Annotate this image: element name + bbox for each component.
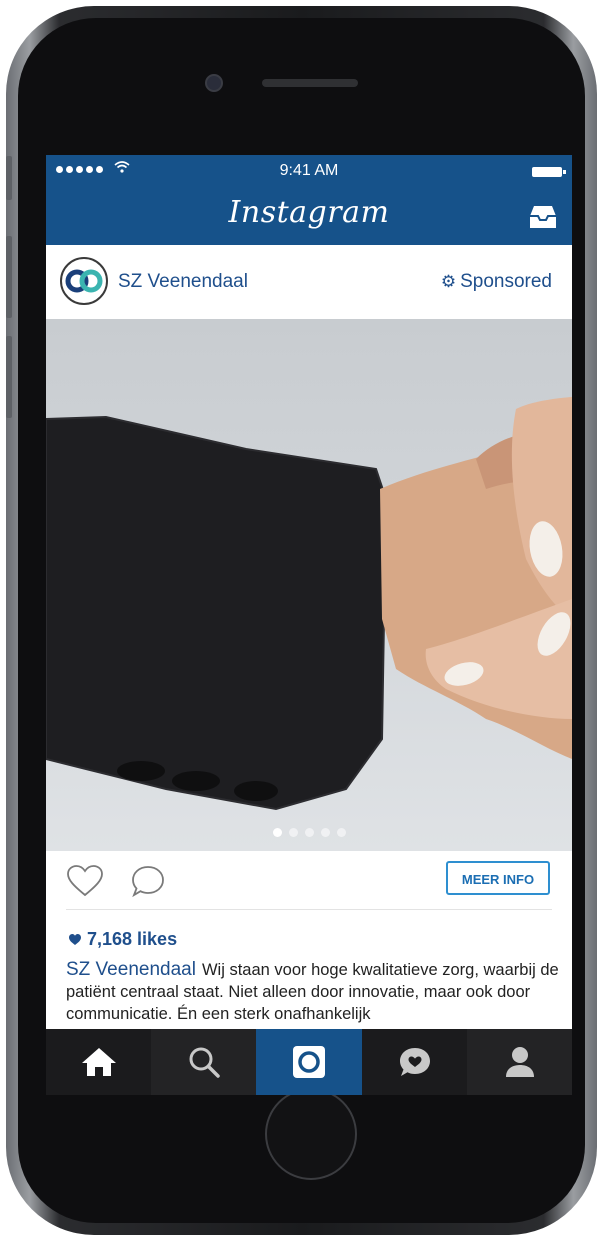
home-button[interactable]	[265, 1088, 357, 1180]
divider	[66, 909, 552, 910]
camera-icon	[293, 1046, 325, 1078]
gear-icon: ⚙	[440, 272, 457, 291]
front-camera	[205, 74, 223, 92]
tab-home[interactable]	[46, 1029, 151, 1095]
tab-search[interactable]	[151, 1029, 256, 1095]
app-screen: 9:41 AM Instagram SZ Veenendaal ⚙ Sponso…	[46, 155, 572, 1095]
caption-username[interactable]: SZ Veenendaal	[66, 959, 196, 980]
likes-count[interactable]: 7,168 likes	[68, 929, 177, 950]
tab-profile[interactable]	[467, 1029, 572, 1095]
carousel-dot[interactable]	[272, 828, 282, 837]
meer-info-button[interactable]: MEER INFO	[446, 861, 550, 895]
nav-bar: Instagram	[46, 185, 572, 245]
tab-camera[interactable]	[256, 1029, 362, 1095]
status-time: 9:41 AM	[279, 162, 339, 179]
post-caption: SZ Veenendaal Wij staan voor hoge kwalita…	[66, 959, 562, 1025]
status-bar: 9:41 AM	[46, 155, 572, 185]
post-image[interactable]	[46, 319, 572, 851]
earpiece-speaker	[262, 79, 358, 87]
carousel-dot[interactable]	[304, 828, 314, 837]
carousel-dot[interactable]	[320, 828, 330, 837]
carousel-indicator[interactable]	[46, 828, 572, 837]
tab-activity[interactable]	[362, 1029, 467, 1095]
search-icon	[189, 1047, 220, 1078]
volume-down-button	[6, 336, 12, 418]
volume-up-button	[6, 236, 12, 318]
carousel-dot[interactable]	[336, 828, 346, 837]
profile-icon	[505, 1047, 534, 1077]
mute-switch	[6, 156, 12, 200]
heart-icon[interactable]	[66, 864, 104, 898]
likes-text: 7,168 likes	[87, 929, 178, 949]
carousel-dot[interactable]	[288, 828, 298, 837]
avatar[interactable]	[60, 257, 108, 305]
heart-small-icon	[69, 934, 81, 945]
post-actions: MEER INFO	[46, 851, 572, 913]
sz-logo-icon	[65, 269, 103, 293]
handshake-image	[46, 397, 572, 811]
tab-bar	[46, 1029, 572, 1095]
post-header: SZ Veenendaal ⚙ Sponsored	[46, 245, 572, 319]
activity-icon	[399, 1048, 430, 1076]
post-username[interactable]: SZ Veenendaal	[118, 271, 248, 293]
app-logo: Instagram	[228, 195, 390, 230]
sponsored-text: Sponsored	[460, 271, 552, 292]
comment-icon[interactable]	[130, 864, 166, 898]
sponsored-label: ⚙ Sponsored	[441, 271, 552, 293]
battery-icon	[532, 167, 566, 177]
inbox-icon[interactable]	[528, 204, 558, 230]
home-icon	[81, 1048, 116, 1076]
